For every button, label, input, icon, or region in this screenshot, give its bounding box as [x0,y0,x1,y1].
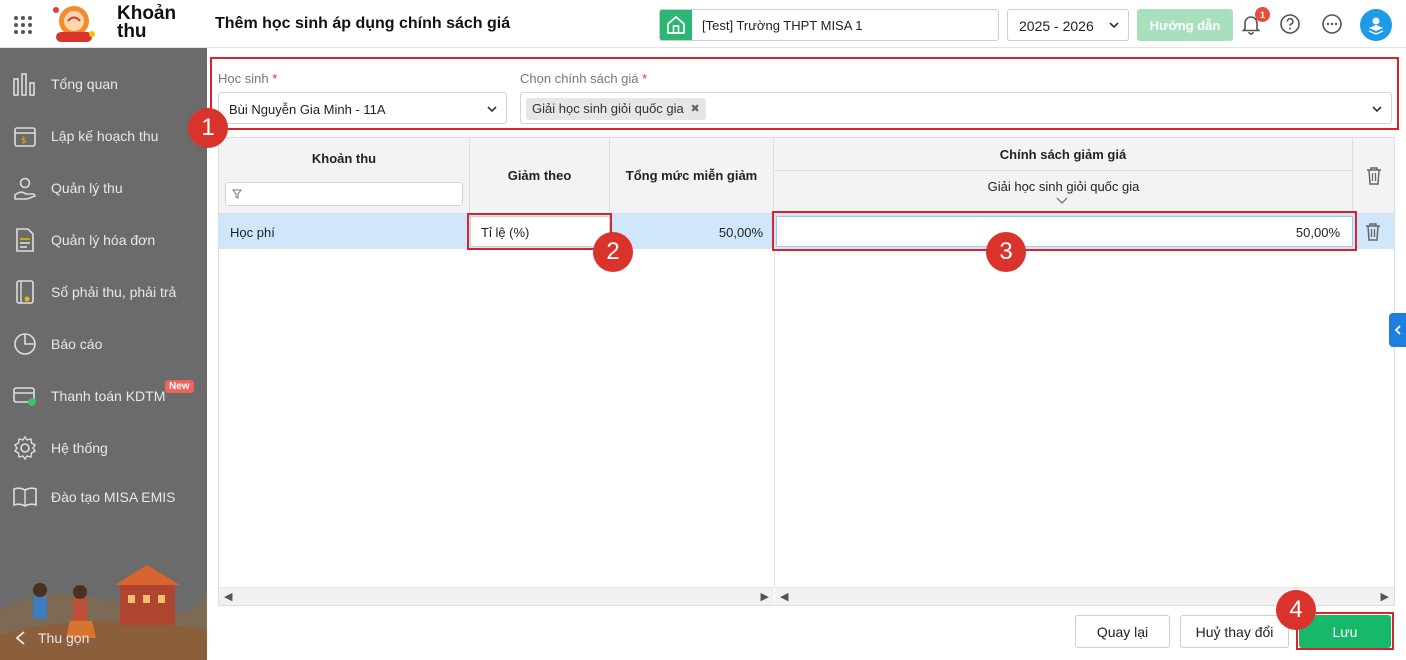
sidebar-item-plan[interactable]: $ Lập kế hoạch thu [0,110,207,162]
school-year-value: 2025 - 2026 [1019,18,1094,34]
annotation-frame-policy-value [772,211,1357,251]
scroll-left-icon[interactable]: ◀ [224,590,232,603]
gear-icon [11,434,39,462]
expand-panel-tab[interactable] [1389,313,1406,347]
left-horizontal-scrollbar[interactable]: ◀ ▶ [219,587,774,605]
sidebar-item-label: Sổ phải thu, phải trả [51,284,177,300]
column-header-discount-policy: Chính sách giảm giá [774,138,1353,171]
sidebar-item-label: Thanh toán KDTM [51,388,166,404]
annotation-frame-form [210,57,1399,130]
school-home-icon [660,10,692,40]
sidebar-item-label: Đào tạo MISA EMIS [51,489,176,505]
step-marker-1: 1 [188,108,228,148]
policy-column-title: Giải học sinh giỏi quốc gia [987,179,1140,194]
svg-text:$: $ [21,136,27,146]
sidebar-item-payment[interactable]: Thanh toán KDTM New [0,370,207,422]
app-launcher-icon[interactable] [11,13,33,35]
back-button[interactable]: Quay lại [1075,615,1170,648]
card-payment-icon [11,382,39,410]
new-badge: New [165,380,194,393]
top-header: Khoản thu Thêm học sinh áp dụng chính sá… [0,0,1406,48]
column-header-reduce-by: Giảm theo [470,138,610,214]
step-marker-3: 3 [986,232,1026,272]
school-selector[interactable]: [Test] Trường THPT MISA 1 [659,9,999,41]
sidebar-item-invoice[interactable]: Quản lý hóa đơn [0,214,207,266]
column-header-total-exempt: Tổng mức miễn giảm [610,138,774,214]
column-header-policy: Giải học sinh giỏi quốc gia [774,171,1353,214]
scroll-left-icon[interactable]: ◀ [780,590,788,603]
collapse-label: Thu gọn [38,630,90,646]
filter-icon [232,189,242,199]
fee-filter-input[interactable] [225,182,463,206]
scroll-right-icon[interactable]: ▶ [761,590,769,603]
cancel-changes-button[interactable]: Huỷ thay đổi [1180,615,1289,648]
chevron-left-icon [1394,325,1401,335]
guide-button[interactable]: Hướng dẫn [1137,9,1233,41]
step-marker-2: 2 [593,232,633,272]
help-icon[interactable] [1278,12,1302,36]
bar-chart-icon [11,70,39,98]
pie-chart-icon [11,330,39,358]
scroll-right-icon[interactable]: ▶ [1381,590,1389,603]
user-avatar[interactable] [1360,9,1392,41]
column-header-delete [1353,138,1394,214]
fee-policy-grid: Khoản thu Giảm theo Tổng mức miễn giảm C… [218,137,1395,606]
hand-coin-icon [11,174,39,202]
open-book-icon [11,483,39,511]
school-name: [Test] Trường THPT MISA 1 [702,18,863,33]
notification-badge: 1 [1255,7,1270,22]
total-exempt-cell: 50,00% [718,225,763,240]
collapse-sidebar-button[interactable]: Thu gọn [14,630,89,646]
sidebar-item-training[interactable]: Đào tạo MISA EMIS [0,471,207,523]
sidebar-item-ledger[interactable]: Sổ phải thu, phải trả [0,266,207,318]
trash-icon[interactable] [1366,166,1382,185]
sidebar: Tổng quan $ Lập kế hoạch thu Quản lý thu… [0,48,207,660]
app-name: Khoản thu [117,3,177,42]
fee-cell: Học phí [230,225,275,240]
page-title: Thêm học sinh áp dụng chính sách giá [215,15,511,32]
sidebar-item-overview[interactable]: Tổng quan [0,58,207,110]
chevron-left-icon [15,631,25,645]
sidebar-item-label: Tổng quan [51,76,118,92]
invoice-icon [11,226,39,254]
sidebar-item-report[interactable]: Báo cáo [0,318,207,370]
main-content: Học sinh * Bùi Nguyễn Gia Minh - 11A Chọ… [207,48,1406,660]
more-options-icon[interactable] [1320,12,1344,36]
sidebar-item-label: Hệ thống [51,440,108,456]
step-marker-4: 4 [1276,590,1316,630]
ledger-book-icon [11,278,39,306]
column-divider [774,249,775,587]
chevron-down-icon [1108,19,1120,34]
sidebar-item-system[interactable]: Hệ thống [0,422,207,474]
row-trash-icon[interactable] [1365,223,1381,244]
sidebar-item-label: Báo cáo [51,336,103,352]
sidebar-item-label: Quản lý thu [51,180,123,196]
chevron-down-icon[interactable] [1056,197,1068,205]
school-year-select[interactable]: 2025 - 2026 [1007,9,1129,41]
app-logo [46,4,102,44]
sidebar-item-label: Lập kế hoạch thu [51,128,159,144]
annotation-frame-reduce-by [467,213,612,250]
sidebar-item-collect[interactable]: Quản lý thu [0,162,207,214]
calendar-money-icon: $ [11,122,39,150]
sidebar-item-label: Quản lý hóa đơn [51,232,156,248]
